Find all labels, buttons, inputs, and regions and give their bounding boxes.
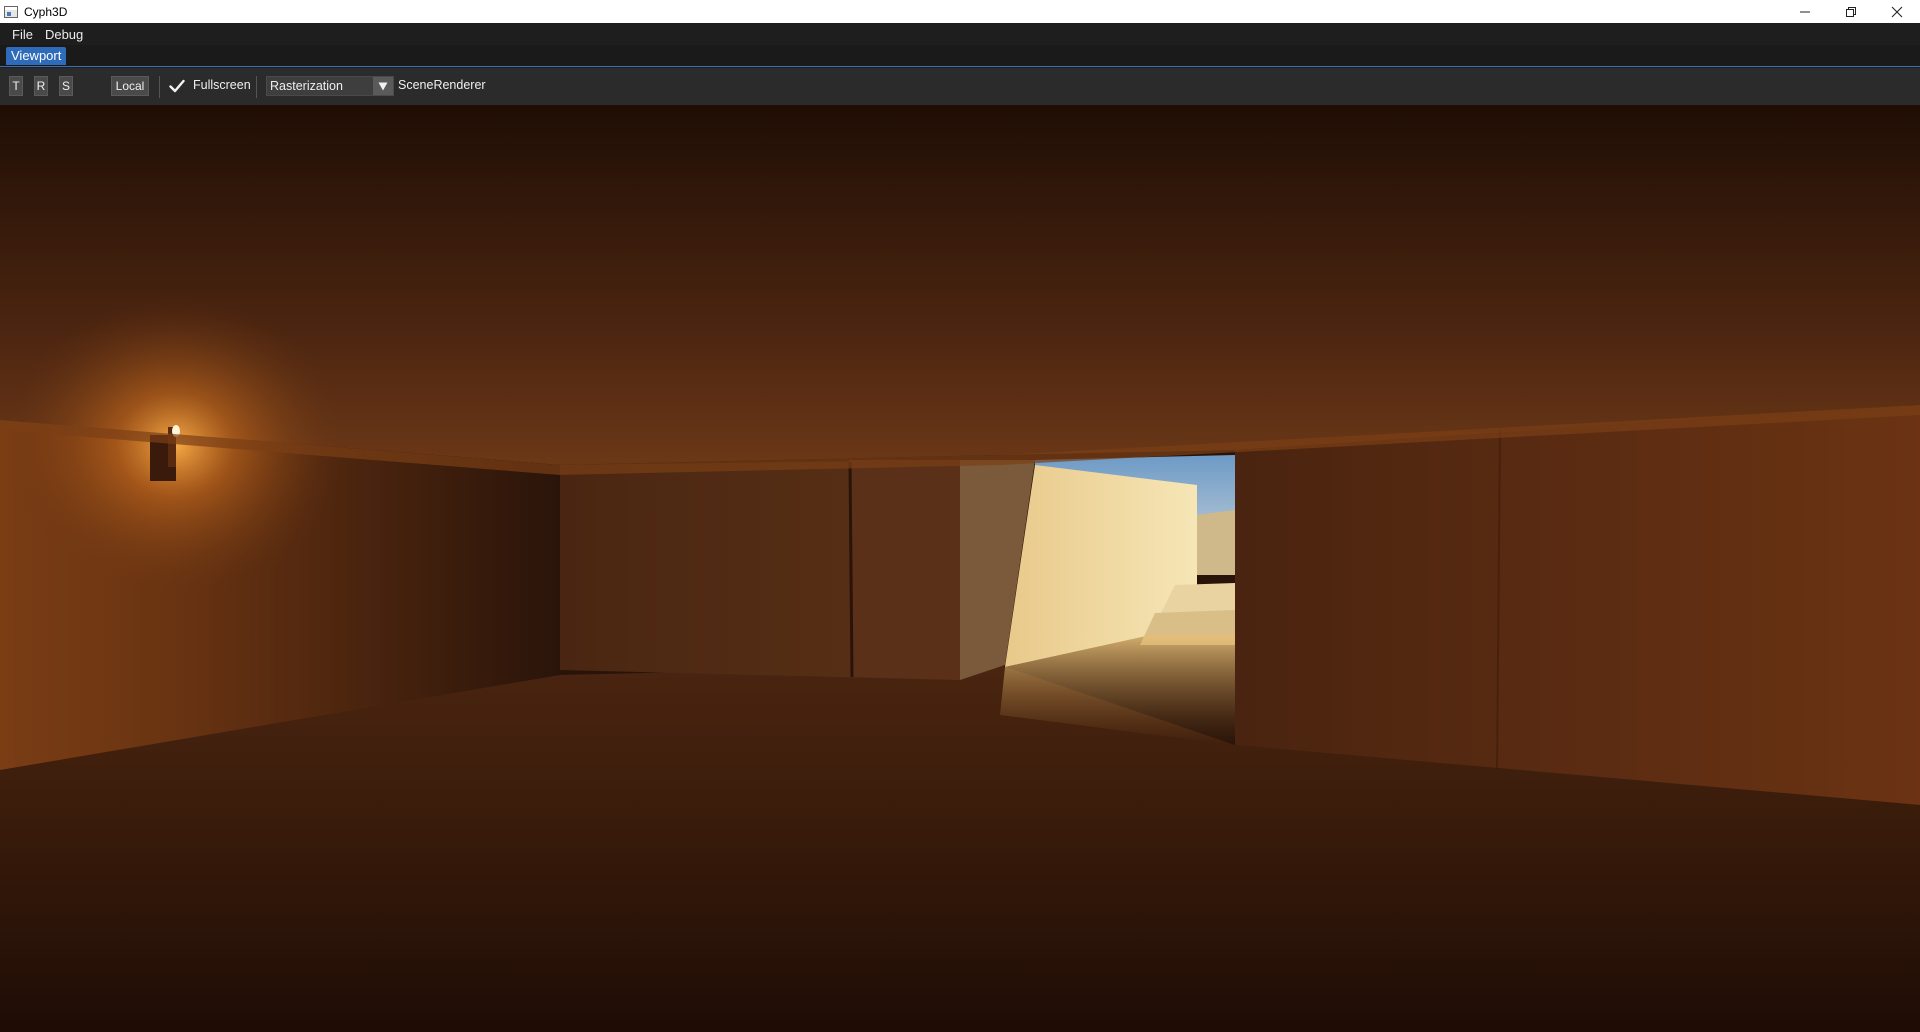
restore-icon (1846, 6, 1856, 17)
app-icon (4, 5, 18, 18)
renderer-mode-select[interactable]: Rasterization (266, 76, 394, 96)
translate-button[interactable]: T (9, 76, 23, 96)
fullscreen-checkbox[interactable] (168, 77, 186, 95)
window-title: Cyph3D (24, 4, 68, 19)
checkmark-icon (169, 79, 185, 93)
toolbar-separator (256, 76, 257, 98)
close-icon (1891, 6, 1903, 17)
rotate-button[interactable]: R (34, 76, 48, 96)
window-controls (1782, 0, 1920, 23)
tab-strip: Viewport (0, 45, 1920, 67)
minimize-icon (1800, 11, 1810, 12)
menu-debug[interactable]: Debug (39, 27, 89, 42)
close-button[interactable] (1874, 0, 1920, 23)
renderer-mode-value: Rasterization (270, 79, 343, 93)
toolbar-separator (159, 76, 160, 98)
fullscreen-label: Fullscreen (193, 78, 251, 92)
menu-file[interactable]: File (6, 27, 39, 42)
maximize-button[interactable] (1828, 0, 1874, 23)
scale-button[interactable]: S (59, 76, 73, 96)
tab-viewport[interactable]: Viewport (6, 47, 67, 65)
title-bar: Cyph3D (0, 0, 1920, 23)
viewport-toolbar: T R S Local Fullscreen Rasterization Sce… (0, 68, 1920, 105)
dropdown-arrow-icon[interactable] (373, 77, 393, 95)
scene-renderer-label: SceneRenderer (398, 78, 486, 92)
scene-image (0, 105, 1920, 1032)
menu-bar: File Debug (0, 23, 1920, 45)
viewport-render[interactable] (0, 105, 1920, 1032)
local-space-button[interactable]: Local (111, 76, 149, 96)
minimize-button[interactable] (1782, 0, 1828, 23)
